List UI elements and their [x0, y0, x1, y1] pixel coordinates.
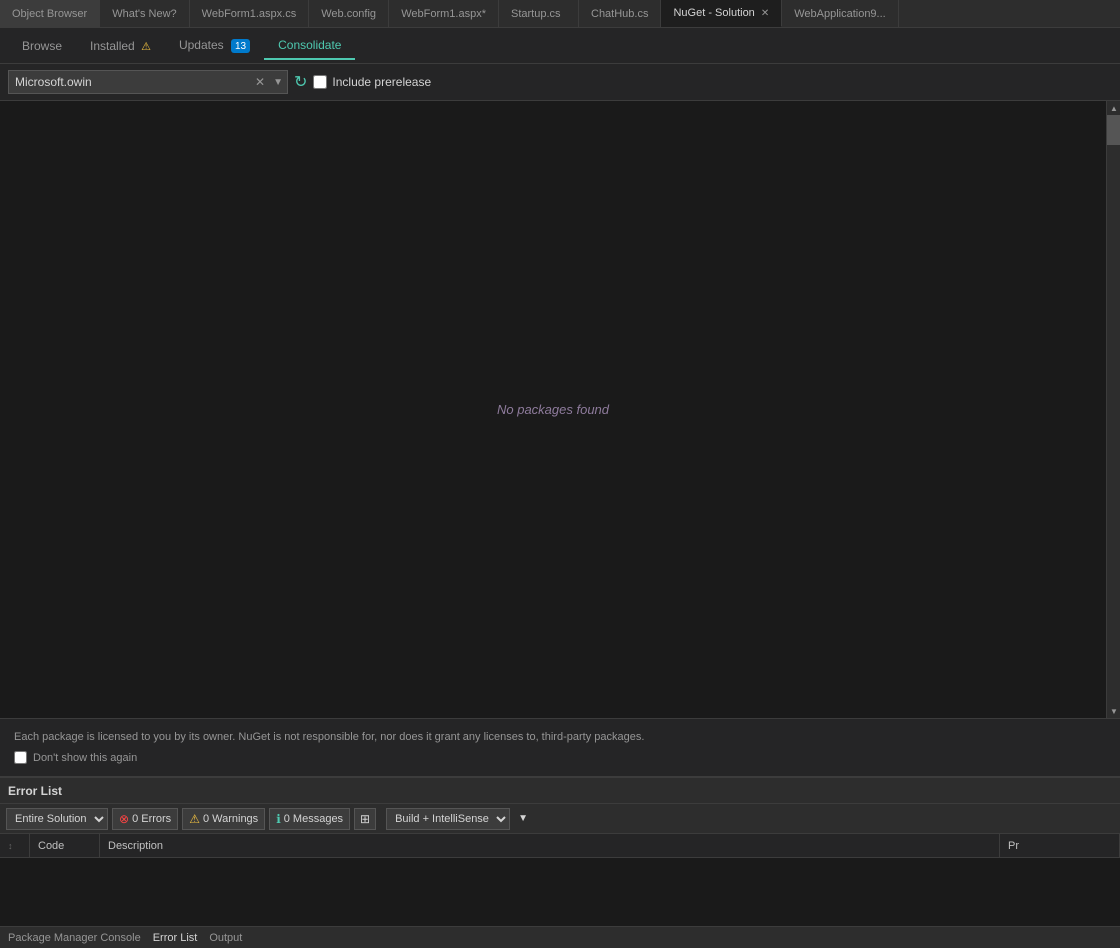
col-number: ↕: [0, 834, 30, 857]
prerelease-label[interactable]: Include prerelease: [313, 75, 431, 89]
tab-consolidate[interactable]: Consolidate: [264, 32, 355, 60]
tab-object-browser[interactable]: Object Browser: [0, 0, 100, 27]
errors-button[interactable]: ⊗ 0 Errors: [112, 808, 178, 830]
scrollbar-thumb[interactable]: [1107, 115, 1120, 145]
warning-icon: ⚠: [189, 812, 200, 826]
search-input-wrapper[interactable]: ✕ ▼: [8, 70, 288, 94]
bottom-tabs: Package Manager Console Error List Outpu…: [0, 926, 1120, 948]
bottom-tab-error-list[interactable]: Error List: [153, 932, 198, 944]
filter-icon[interactable]: ⊞: [354, 808, 376, 830]
search-clear-icon[interactable]: ✕: [251, 75, 269, 89]
tab-nuget-solution[interactable]: NuGet - Solution ✕: [661, 0, 782, 27]
no-packages-text: No packages found: [497, 402, 609, 417]
warnings-button[interactable]: ⚠ 0 Warnings: [182, 808, 265, 830]
search-input[interactable]: [9, 73, 251, 91]
tab-bar: Object Browser What's New? WebForm1.aspx…: [0, 0, 1120, 28]
error-columns: ↕ Code Description Pr: [0, 834, 1120, 858]
tab-webform1-aspx[interactable]: WebForm1.aspx*: [389, 0, 499, 27]
close-tab-icon[interactable]: ✕: [761, 8, 769, 19]
build-select[interactable]: Build + IntelliSense: [386, 808, 510, 830]
tab-startup-cs[interactable]: Startup.cs: [499, 0, 579, 27]
error-list-header: Error List: [0, 778, 1120, 804]
build-select-dropdown-icon[interactable]: ▼: [514, 813, 532, 824]
tab-installed[interactable]: Installed ⚠: [76, 33, 165, 59]
scroll-down-icon[interactable]: ▼: [1107, 704, 1120, 718]
tab-webform1-cs[interactable]: WebForm1.aspx.cs: [190, 0, 310, 27]
col-project[interactable]: Pr: [1000, 834, 1120, 857]
tab-browse[interactable]: Browse: [8, 33, 76, 59]
dont-show-label[interactable]: Don't show this again: [14, 751, 1106, 764]
error-toolbar: Entire Solution ⊗ 0 Errors ⚠ 0 Warnings …: [0, 804, 1120, 834]
license-notice: Each package is licensed to you by its o…: [0, 718, 1120, 776]
tab-chathub-cs[interactable]: ChatHub.cs: [579, 0, 661, 27]
col-description[interactable]: Description: [100, 834, 1000, 857]
tab-webapplication[interactable]: WebApplication9...: [782, 0, 899, 27]
search-dropdown-icon[interactable]: ▼: [269, 77, 287, 88]
nuget-panel: Browse Installed ⚠ Updates 13 Consolidat…: [0, 28, 1120, 776]
error-icon: ⊗: [119, 812, 129, 826]
content-inner: No packages found: [0, 101, 1106, 718]
error-list-section: Error List Entire Solution ⊗ 0 Errors ⚠ …: [0, 776, 1120, 926]
tab-updates[interactable]: Updates 13: [165, 32, 264, 60]
license-text: Each package is licensed to you by its o…: [14, 731, 1106, 743]
installed-warning-icon: ⚠: [141, 41, 151, 53]
refresh-button[interactable]: ↻: [294, 72, 307, 92]
error-scope-select[interactable]: Entire Solution: [6, 808, 108, 830]
main-content: No packages found ▲ ▼: [0, 101, 1120, 718]
tab-web-config[interactable]: Web.config: [309, 0, 389, 27]
col-code[interactable]: Code: [30, 834, 100, 857]
sub-tab-bar: Browse Installed ⚠ Updates 13 Consolidat…: [0, 28, 1120, 64]
scrollbar[interactable]: ▲ ▼: [1106, 101, 1120, 718]
scroll-up-icon[interactable]: ▲: [1107, 101, 1120, 115]
tab-whats-new[interactable]: What's New?: [100, 0, 189, 27]
search-bar: ✕ ▼ ↻ Include prerelease: [0, 64, 1120, 101]
prerelease-checkbox[interactable]: [313, 75, 327, 89]
info-icon: ℹ: [276, 812, 281, 826]
bottom-tab-output[interactable]: Output: [209, 932, 242, 944]
messages-button[interactable]: ℹ 0 Messages: [269, 808, 350, 830]
error-body: [0, 858, 1120, 926]
updates-badge: 13: [231, 39, 250, 53]
bottom-tab-package-manager[interactable]: Package Manager Console: [8, 932, 141, 944]
dont-show-checkbox[interactable]: [14, 751, 27, 764]
